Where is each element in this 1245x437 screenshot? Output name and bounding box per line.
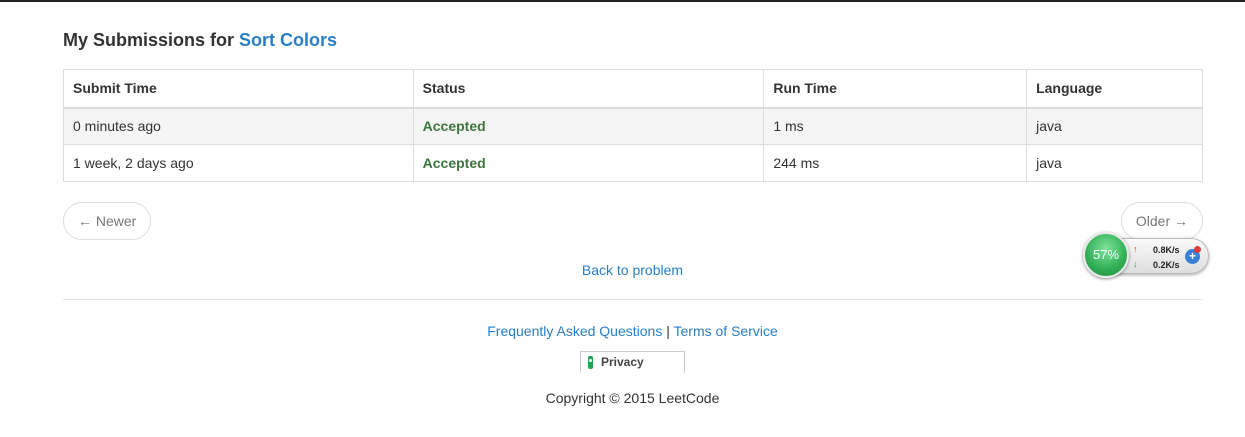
top-border <box>0 0 1245 2</box>
status-link[interactable]: Accepted <box>423 118 486 134</box>
back-link-container: Back to problem <box>0 262 1245 278</box>
privacy-label: Privacy <box>601 355 644 369</box>
upload-speed: 0.8K/s <box>1153 245 1180 255</box>
problem-link[interactable]: Sort Colors <box>239 30 337 50</box>
footer-links: Frequently Asked Questions | Terms of Se… <box>0 323 1245 339</box>
download-arrow-icon: ↓ <box>1133 259 1138 269</box>
language-cell: java <box>1026 107 1203 145</box>
copyright: Copyright © 2015 LeetCode <box>545 390 720 406</box>
footer-divider <box>63 299 1203 300</box>
lock-icon <box>588 356 593 369</box>
table-row: 0 minutes ago Accepted 1 ms java <box>63 107 1203 145</box>
download-speed: 0.2K/s <box>1153 260 1180 270</box>
column-header-submit-time: Submit Time <box>63 69 414 109</box>
language-cell: java <box>1026 144 1203 182</box>
table-row: 1 week, 2 days ago Accepted 244 ms java <box>63 144 1203 182</box>
page-title: My Submissions for Sort Colors <box>63 30 337 51</box>
status-cell: Accepted <box>412 107 765 145</box>
network-speed-widget[interactable]: 57% ↑ 0.8K/s ↓ 0.2K/s + <box>1083 232 1209 278</box>
submit-time-cell: 0 minutes ago <box>63 107 414 145</box>
run-time-cell: 1 ms <box>763 107 1028 145</box>
run-time-cell: 244 ms <box>763 144 1028 182</box>
title-prefix: My Submissions for <box>63 30 235 50</box>
newer-button[interactable]: ← Newer <box>63 202 152 240</box>
faq-link[interactable]: Frequently Asked Questions <box>487 323 662 339</box>
table-header-row: Submit Time Status Run Time Language <box>63 69 1203 109</box>
status-link[interactable]: Accepted <box>423 155 486 171</box>
notification-dot <box>1194 246 1201 253</box>
column-header-language: Language <box>1026 69 1203 109</box>
terms-link[interactable]: Terms of Service <box>674 323 778 339</box>
column-header-status: Status <box>412 69 765 109</box>
upload-arrow-icon: ↑ <box>1133 244 1138 254</box>
usage-ball[interactable]: 57% <box>1083 232 1129 278</box>
back-to-problem-link[interactable]: Back to problem <box>582 262 683 278</box>
status-cell: Accepted <box>412 144 765 182</box>
privacy-badge[interactable]: Privacy <box>580 351 685 373</box>
submit-time-cell: 1 week, 2 days ago <box>63 144 414 182</box>
column-header-run-time: Run Time <box>763 69 1028 109</box>
footer-separator: | <box>666 323 670 339</box>
submissions-table: Submit Time Status Run Time Language 0 m… <box>63 69 1203 182</box>
